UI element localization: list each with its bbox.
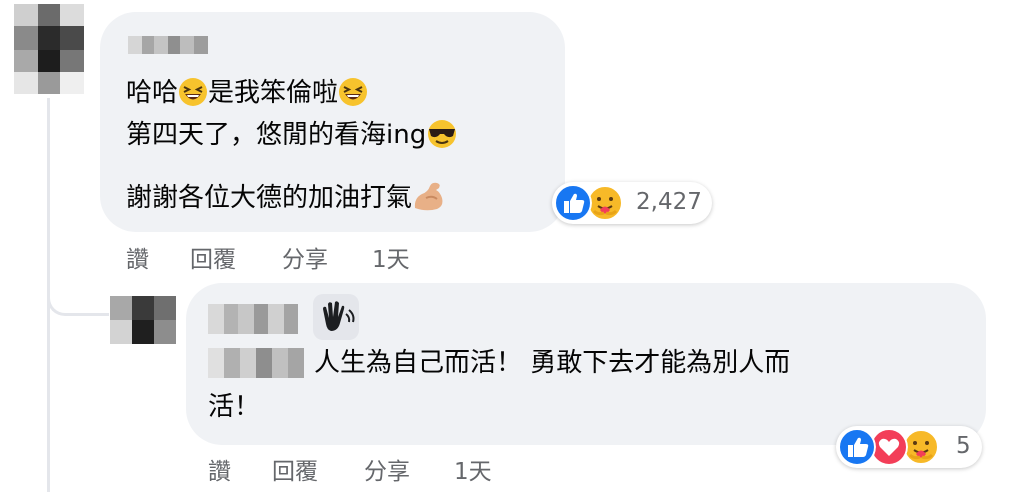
comment-reactions[interactable]: 2,427	[552, 182, 712, 224]
replier-avatar[interactable]	[110, 296, 176, 344]
reply-action[interactable]: 回覆	[190, 240, 236, 274]
comment-line-1: 哈哈 是我笨倫啦	[126, 76, 368, 110]
reply-line-2: 活！	[208, 392, 261, 422]
reaction-count: 2,427	[636, 189, 702, 215]
reply-thread-connector	[47, 272, 109, 316]
like-icon	[838, 428, 876, 466]
share-action[interactable]: 分享	[364, 452, 410, 486]
like-action[interactable]: 讚	[208, 452, 231, 486]
grinning-squinting-face-icon	[339, 78, 368, 106]
grinning-squinting-face-icon	[179, 78, 208, 106]
reply-reactions[interactable]: 5	[836, 426, 982, 468]
sunglasses-face-icon	[428, 120, 457, 148]
commenter-name-redacted[interactable]	[128, 36, 208, 54]
timestamp[interactable]: 1天	[454, 452, 492, 486]
mention-redacted[interactable]	[208, 348, 304, 378]
comment-actions: 讚 回覆 分享 1天	[126, 240, 426, 273]
flexed-biceps-icon	[414, 182, 443, 211]
share-action[interactable]: 分享	[282, 240, 328, 274]
reply-line-1: 人生為自己而活！ 勇敢下去才能為別人而	[314, 348, 791, 378]
reaction-count: 5	[956, 433, 971, 459]
comment-line-3: 謝謝各位大德的加油打氣	[126, 180, 448, 215]
like-icon	[554, 184, 592, 222]
wave-hand-icon	[323, 301, 355, 331]
like-action[interactable]: 讚	[126, 240, 149, 274]
name-badge[interactable]	[313, 294, 359, 340]
comment-line-2: 第四天了，悠閒的看海ing	[126, 118, 458, 152]
reply-action[interactable]: 回覆	[272, 452, 318, 486]
timestamp[interactable]: 1天	[372, 240, 410, 274]
replier-name-redacted[interactable]	[208, 304, 298, 334]
reply-actions: 讚 回覆 分享 1天	[208, 452, 508, 485]
commenter-avatar[interactable]	[14, 4, 84, 94]
